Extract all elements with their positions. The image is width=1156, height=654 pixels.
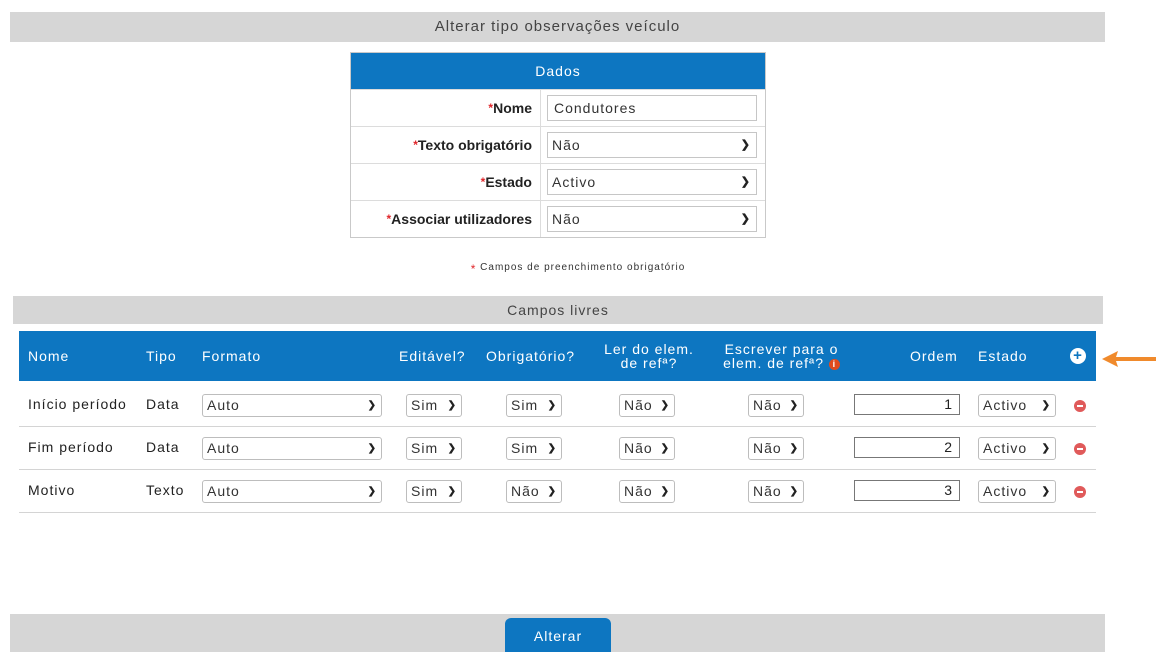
chevron-down-icon: ❯ <box>660 486 670 497</box>
escrever-ref-select[interactable]: Não ❯ <box>748 480 804 503</box>
chevron-down-icon: ❯ <box>547 486 557 497</box>
estado-select[interactable]: Activo ❯ <box>978 437 1056 460</box>
ordem-input[interactable]: 2 <box>854 437 960 458</box>
estado-select[interactable]: Activo ❯ <box>978 394 1056 417</box>
col-formato: Formato <box>202 348 262 364</box>
chevron-down-icon: ❯ <box>547 400 557 411</box>
chevron-down-icon: ❯ <box>1041 486 1051 497</box>
row-tipo: Data <box>146 396 180 412</box>
dados-panel: Dados *Nome Condutores *Texto obrigatóri… <box>350 52 766 238</box>
chevron-down-icon: ❯ <box>447 400 457 411</box>
form-label: *Nome <box>351 90 541 126</box>
table-header: Nome Tipo Formato Editável? Obrigatório?… <box>19 331 1096 381</box>
col-escrever-ref: Escrever para o elem. de refª? i <box>723 341 840 371</box>
chevron-down-icon: ❯ <box>1041 443 1051 454</box>
ordem-input[interactable]: 3 <box>854 480 960 501</box>
row-nome: Fim período <box>28 439 114 455</box>
chevron-down-icon: ❯ <box>660 400 670 411</box>
chevron-down-icon: ❯ <box>789 486 799 497</box>
dados-header: Dados <box>351 53 765 89</box>
chevron-down-icon: ❯ <box>367 486 377 497</box>
table-row: Fim período Data Auto ❯ Sim ❯ Sim ❯ Não ❯ Nã… <box>19 426 1096 470</box>
row-nome: Motivo <box>28 482 76 498</box>
formato-select[interactable]: Auto ❯ <box>202 480 382 503</box>
row-tipo: Data <box>146 439 180 455</box>
table-row: Início período Data Auto ❯ Sim ❯ Sim ❯ Não ❯… <box>19 383 1096 427</box>
ler-ref-select[interactable]: Não ❯ <box>619 437 675 460</box>
chevron-down-icon: ❯ <box>740 213 751 225</box>
form-label: *Texto obrigatório <box>351 127 541 163</box>
editavel-select[interactable]: Sim ❯ <box>406 394 462 417</box>
col-estado: Estado <box>978 348 1028 364</box>
annotation-arrow-icon <box>1102 351 1156 367</box>
table-row: Motivo Texto Auto ❯ Sim ❯ Não ❯ Não ❯ Não ❯ 3… <box>19 469 1096 513</box>
remove-icon[interactable] <box>1074 443 1086 455</box>
required-note: * Campos de preenchimento obrigatório <box>470 262 686 276</box>
editavel-select[interactable]: Sim ❯ <box>406 480 462 503</box>
chevron-down-icon: ❯ <box>789 400 799 411</box>
texto-obrigatorio-select[interactable]: Não ❯ <box>547 132 757 158</box>
required-mark: * <box>470 262 477 276</box>
obrigatorio-select[interactable]: Não ❯ <box>506 480 562 503</box>
remove-icon[interactable] <box>1074 486 1086 498</box>
ler-ref-select[interactable]: Não ❯ <box>619 480 675 503</box>
nome-input[interactable]: Condutores <box>547 95 757 121</box>
associar-utilizadores-select[interactable]: Não ❯ <box>547 206 757 232</box>
form-row-estado: *Estado Activo ❯ <box>351 163 765 200</box>
editavel-select[interactable]: Sim ❯ <box>406 437 462 460</box>
chevron-down-icon: ❯ <box>1041 400 1051 411</box>
row-tipo: Texto <box>146 482 185 498</box>
col-tipo: Tipo <box>146 348 177 364</box>
ler-ref-select[interactable]: Não ❯ <box>619 394 675 417</box>
form-row-texto-obrigatorio: *Texto obrigatório Não ❯ <box>351 126 765 163</box>
chevron-down-icon: ❯ <box>367 443 377 454</box>
col-obrigatorio: Obrigatório? <box>486 348 576 364</box>
formato-select[interactable]: Auto ❯ <box>202 394 382 417</box>
obrigatorio-select[interactable]: Sim ❯ <box>506 437 562 460</box>
info-icon[interactable]: i <box>828 358 840 370</box>
estado-select[interactable]: Activo ❯ <box>547 169 757 195</box>
escrever-ref-select[interactable]: Não ❯ <box>748 437 804 460</box>
campos-livres-header: Campos livres <box>13 296 1103 324</box>
chevron-down-icon: ❯ <box>547 443 557 454</box>
chevron-down-icon: ❯ <box>660 443 670 454</box>
col-ler-ref: Ler do elem. de refª? <box>604 341 694 371</box>
plus-circle-icon[interactable]: + <box>1070 348 1086 364</box>
row-nome: Início período <box>28 396 127 412</box>
chevron-down-icon: ❯ <box>447 486 457 497</box>
chevron-down-icon: ❯ <box>447 443 457 454</box>
col-editavel: Editável? <box>399 348 466 364</box>
escrever-ref-select[interactable]: Não ❯ <box>748 394 804 417</box>
col-nome: Nome <box>28 348 70 364</box>
chevron-down-icon: ❯ <box>740 176 751 188</box>
remove-icon[interactable] <box>1074 400 1086 412</box>
ordem-input[interactable]: 1 <box>854 394 960 415</box>
form-row-associar-utilizadores: *Associar utilizadores Não ❯ <box>351 200 765 237</box>
chevron-down-icon: ❯ <box>789 443 799 454</box>
form-label: *Associar utilizadores <box>351 201 541 237</box>
formato-select[interactable]: Auto ❯ <box>202 437 382 460</box>
obrigatorio-select[interactable]: Sim ❯ <box>506 394 562 417</box>
estado-select[interactable]: Activo ❯ <box>978 480 1056 503</box>
alterar-button[interactable]: Alterar <box>505 618 611 652</box>
chevron-down-icon: ❯ <box>367 400 377 411</box>
page-title: Alterar tipo observações veículo <box>10 12 1105 42</box>
chevron-down-icon: ❯ <box>740 139 751 151</box>
form-row-nome: *Nome Condutores <box>351 89 765 126</box>
col-ordem: Ordem <box>910 348 958 364</box>
form-label: *Estado <box>351 164 541 200</box>
